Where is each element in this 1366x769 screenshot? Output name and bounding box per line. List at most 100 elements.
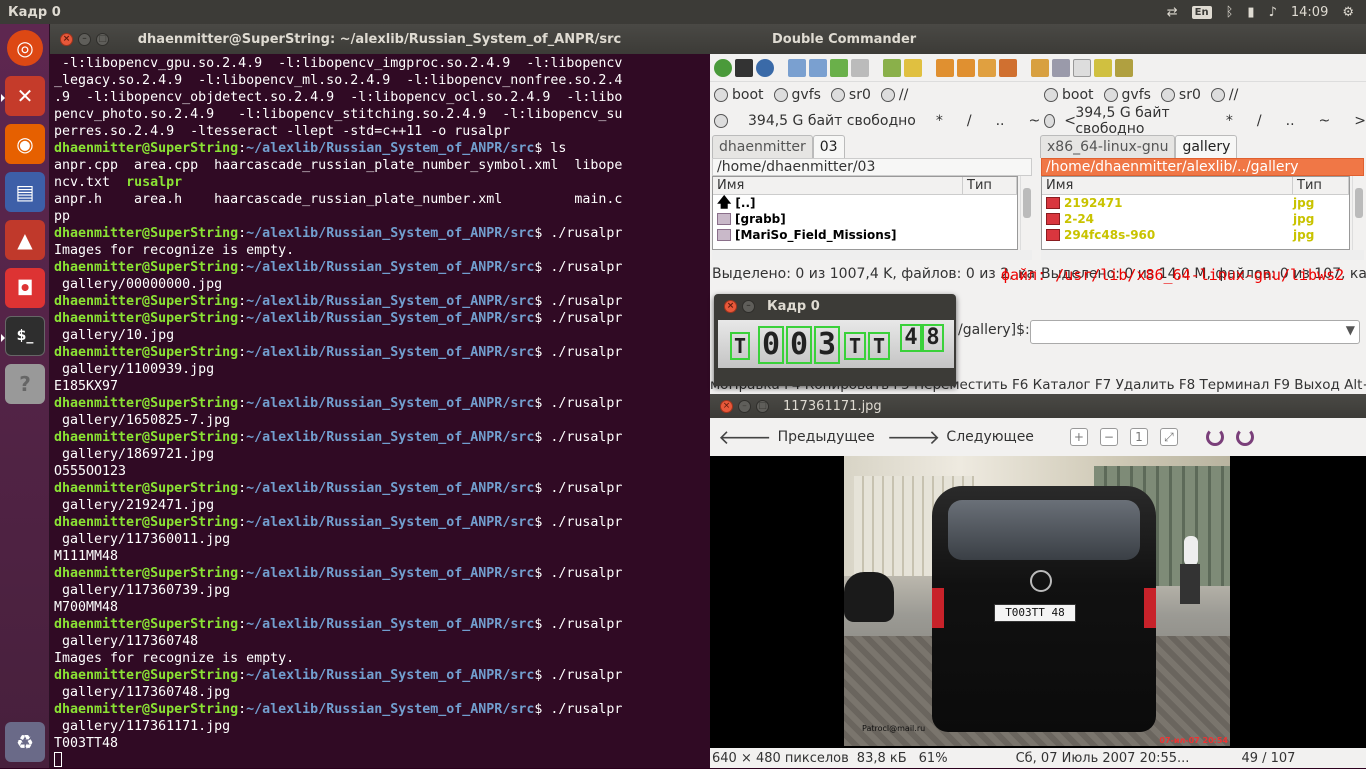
- left-scrollbar[interactable]: [1020, 176, 1032, 250]
- drive-sr0-left[interactable]: sr0: [830, 87, 871, 103]
- nav-slash[interactable]: /: [1257, 113, 1262, 129]
- minimize-icon[interactable]: –: [738, 399, 751, 413]
- drive-boot-left[interactable]: boot: [714, 87, 764, 103]
- terminal-line: dhaenmitter@SuperString:~/alexlib/Russia…: [54, 702, 622, 717]
- copy-path-icon[interactable]: [883, 58, 901, 77]
- previous-button[interactable]: 🡐 Предыдущее: [718, 427, 875, 447]
- maximize-icon[interactable]: □: [756, 399, 769, 413]
- nav-up[interactable]: ..: [1286, 113, 1295, 129]
- list-item[interactable]: 🡅 [..]: [713, 195, 1017, 211]
- drive-gvfs-right[interactable]: gvfs: [1103, 87, 1151, 103]
- list-item[interactable]: 294fc48s-960 jpg: [1042, 227, 1349, 243]
- prompt-path: ~/alexlib/Russian_System_of_ANPR/src: [246, 515, 535, 530]
- list-item[interactable]: [MariSo_Field_Missions]: [713, 227, 1017, 243]
- left-path[interactable]: /home/dhaenmitter/03: [712, 158, 1032, 176]
- software-center-icon[interactable]: ◘: [5, 268, 45, 308]
- full-view-icon[interactable]: [809, 58, 827, 77]
- drive-boot-right[interactable]: boot: [1044, 87, 1094, 103]
- list-item[interactable]: 2-24 jpg: [1042, 211, 1349, 227]
- rotate-right-icon[interactable]: [1235, 428, 1254, 446]
- right-hscrollbar[interactable]: [1041, 250, 1364, 260]
- gear-icon[interactable]: ⚙: [1342, 5, 1354, 20]
- close-icon[interactable]: ×: [60, 32, 73, 46]
- left-tabs: dhaenmitter 03: [712, 132, 845, 158]
- zoom-out-icon[interactable]: −: [1099, 428, 1118, 446]
- keyboard-layout-indicator[interactable]: En: [1191, 5, 1212, 19]
- brief-view-icon[interactable]: [788, 58, 806, 77]
- volume-icon[interactable]: ♪: [1269, 5, 1277, 20]
- tab-gallery[interactable]: gallery: [1175, 135, 1238, 158]
- right-path[interactable]: /home/dhaenmitter/alexlib/../gallery: [1041, 158, 1364, 176]
- firefox-icon[interactable]: ◉: [5, 124, 45, 164]
- unknown-app-icon[interactable]: ?: [5, 364, 45, 404]
- search-icon[interactable]: [978, 58, 996, 77]
- tab-dhaenmitter[interactable]: dhaenmitter: [712, 135, 813, 158]
- terminal-icon[interactable]: [735, 58, 753, 77]
- battery-icon[interactable]: ▮: [1247, 5, 1254, 20]
- col-name[interactable]: Имя: [1042, 177, 1293, 194]
- image-viewer-icon[interactable]: ▲: [5, 220, 45, 260]
- output-text: -l:libopencv_gpu.so.2.4.9 -l:libopencv_i…: [54, 56, 623, 71]
- maximize-icon[interactable]: □: [96, 32, 109, 46]
- nav-root[interactable]: *: [1226, 113, 1233, 129]
- options-icon[interactable]: [756, 58, 774, 77]
- trash-icon[interactable]: ♻: [5, 722, 45, 762]
- nav-forward[interactable]: >: [1354, 113, 1366, 129]
- list-item[interactable]: 2192471 jpg: [1042, 195, 1349, 211]
- zoom-in-icon[interactable]: +: [1069, 428, 1088, 446]
- drive-gvfs-left[interactable]: gvfs: [773, 87, 821, 103]
- right-scrollbar[interactable]: [1352, 176, 1364, 250]
- nav-root[interactable]: *: [936, 113, 943, 129]
- double-commander-icon[interactable]: ✕: [5, 76, 45, 116]
- zoom-normal-icon[interactable]: 1: [1129, 428, 1148, 446]
- arrow-up-icon: 🡅: [717, 195, 732, 211]
- terminal-output[interactable]: -l:libopencv_gpu.so.2.4.9 -l:libopencv_i…: [50, 54, 710, 769]
- tab-x86_64-linux-gnu[interactable]: x86_64-linux-gnu: [1040, 135, 1176, 158]
- left-hscrollbar[interactable]: [712, 250, 1032, 260]
- notes-icon[interactable]: [1094, 58, 1112, 77]
- drive-sr0-right[interactable]: sr0: [1160, 87, 1201, 103]
- thumbnail-view-icon[interactable]: [830, 58, 848, 77]
- prompt-path: ~/alexlib/Russian_System_of_ANPR/src: [246, 345, 535, 360]
- minimize-icon[interactable]: –: [742, 299, 755, 313]
- nav-up[interactable]: ..: [996, 113, 1005, 129]
- refresh-icon[interactable]: [714, 58, 732, 77]
- col-type[interactable]: Тип: [1293, 177, 1349, 194]
- writer-icon[interactable]: ▤: [5, 172, 45, 212]
- col-type[interactable]: Тип: [963, 177, 1017, 194]
- edit-icon[interactable]: [1073, 58, 1091, 77]
- unpack-icon[interactable]: [957, 58, 975, 77]
- nav-home[interactable]: ~: [1028, 113, 1040, 129]
- terminal-line: anpr.h area.h haarcascade_russian_plate_…: [54, 192, 622, 207]
- rotate-left-icon[interactable]: [1205, 428, 1224, 446]
- drive-icon[interactable]: [1044, 114, 1056, 128]
- clock[interactable]: 14:09: [1291, 5, 1328, 20]
- close-icon[interactable]: ×: [724, 299, 737, 313]
- tree-view-icon[interactable]: [851, 58, 869, 77]
- dc-command-input[interactable]: ▼: [1030, 320, 1360, 344]
- transfer-icon[interactable]: ⇄: [1167, 5, 1178, 20]
- clipboard-icon[interactable]: [1115, 58, 1133, 77]
- col-name[interactable]: Имя: [713, 177, 963, 194]
- drive-icon[interactable]: [714, 114, 728, 128]
- next-button[interactable]: 🡒 Следующее: [887, 427, 1034, 447]
- zoom-fit-icon[interactable]: ⤢: [1159, 428, 1178, 446]
- dc-command-prompt: /gallery]$:: [958, 322, 1030, 338]
- multi-rename-icon[interactable]: [999, 58, 1017, 77]
- list-item[interactable]: [grabb]: [713, 211, 1017, 227]
- drive-network-left[interactable]: //: [880, 87, 908, 103]
- sync-dirs-icon[interactable]: [1052, 58, 1070, 77]
- bluetooth-icon[interactable]: ᛒ: [1226, 5, 1234, 20]
- ubuntu-dash-icon[interactable]: ◎: [7, 30, 43, 66]
- nav-slash[interactable]: /: [967, 113, 972, 129]
- compare-icon[interactable]: [904, 58, 922, 77]
- close-icon[interactable]: ×: [720, 399, 733, 413]
- terminal-icon[interactable]: $_: [5, 316, 45, 356]
- tab-03[interactable]: 03: [812, 135, 845, 158]
- archive-icon[interactable]: [1031, 58, 1049, 77]
- chevron-down-icon[interactable]: ▼: [1346, 323, 1355, 337]
- pack-icon[interactable]: [936, 58, 954, 77]
- drive-network-right[interactable]: //: [1210, 87, 1238, 103]
- nav-home[interactable]: ~: [1319, 113, 1331, 129]
- minimize-icon[interactable]: –: [78, 32, 91, 46]
